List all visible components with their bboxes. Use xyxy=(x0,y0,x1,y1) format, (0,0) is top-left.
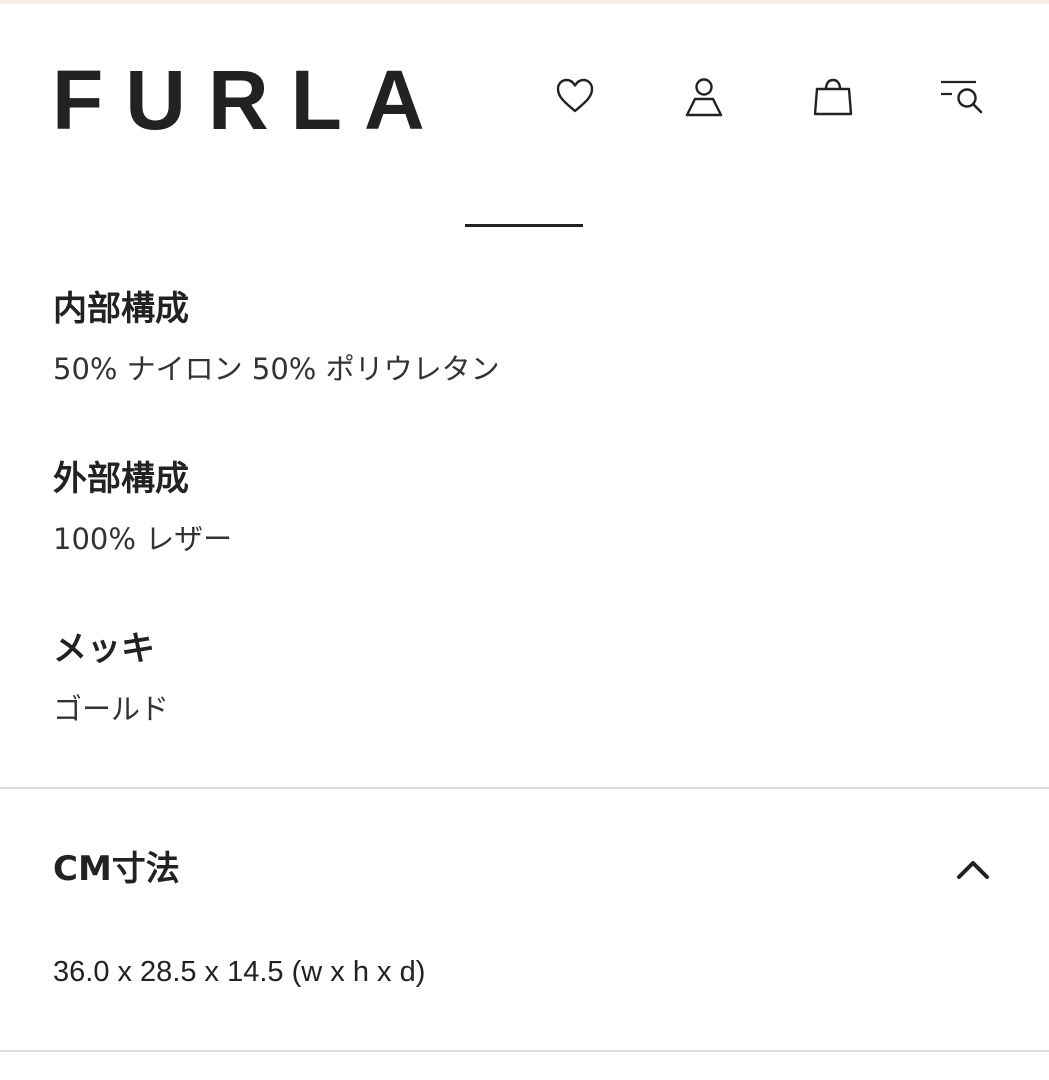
divider-line xyxy=(0,1050,1049,1052)
shopping-bag-icon xyxy=(811,74,855,118)
detail-title-interior: 内部構成 xyxy=(53,289,189,329)
detail-value-exterior: 100% レザー xyxy=(53,522,233,556)
detail-title-plating: メッキ xyxy=(53,629,155,669)
dimensions-value: 36.0 x 28.5 x 14.5 (w x h x d) xyxy=(53,956,426,988)
chevron-up-icon xyxy=(955,857,991,885)
detail-title-exterior: 外部構成 xyxy=(53,459,189,499)
menu-search-icon xyxy=(938,74,986,118)
detail-value-interior: 50% ナイロン 50% ポリウレタン xyxy=(53,352,500,386)
dimensions-title: CM寸法 xyxy=(53,849,180,889)
wishlist-button[interactable] xyxy=(551,72,599,120)
heart-icon xyxy=(553,74,597,118)
top-strip xyxy=(0,0,1049,4)
furla-logo[interactable]: FURLA xyxy=(52,58,447,142)
account-button[interactable] xyxy=(680,72,728,120)
user-icon xyxy=(682,74,726,118)
dimensions-accordion-toggle[interactable]: CM寸法 xyxy=(0,789,1049,949)
detail-value-plating: ゴールド xyxy=(53,692,170,726)
shopping-bag-button[interactable] xyxy=(809,72,857,120)
section-divider xyxy=(465,224,583,227)
menu-search-button[interactable] xyxy=(938,72,986,120)
